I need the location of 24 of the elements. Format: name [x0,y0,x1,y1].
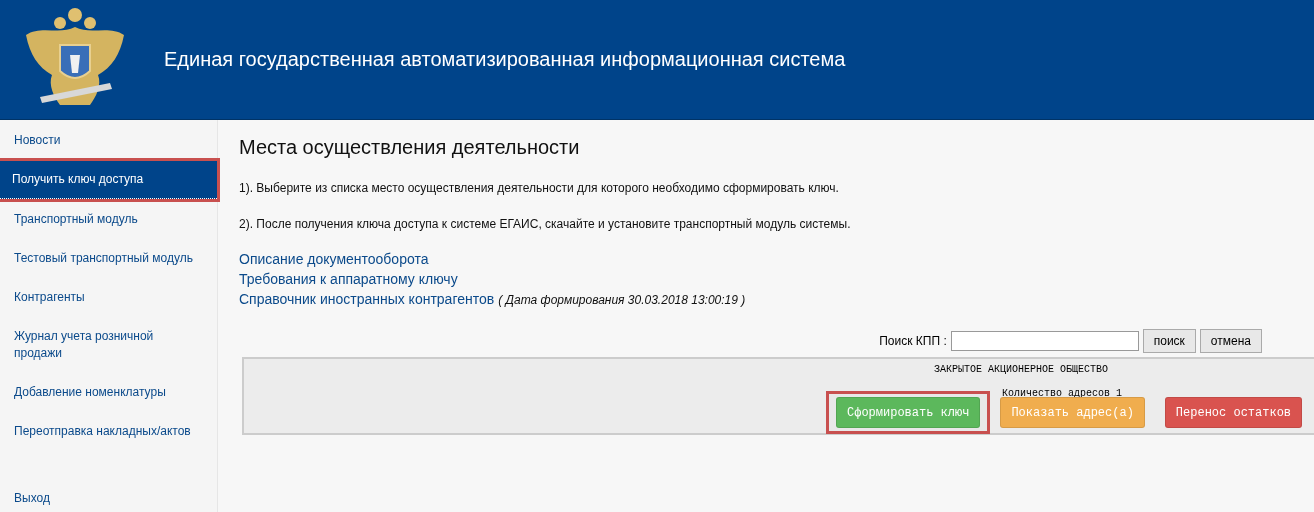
sidebar-item[interactable]: Контрагенты [0,285,217,310]
instruction-text: 2). После получения ключа доступа к системе ЕГАИС, скачайте и установите транспортный модуль системы. [239,217,852,231]
system-title: Единая государственная автоматизированная информационная система [164,48,846,71]
doc-link[interactable]: Описание документооборота [239,251,429,267]
sidebar-item[interactable]: Переотправка накладных/актов [0,419,217,444]
instruction-text: 1). Выберите из списка место осуществления деятельности для которого необходимо сформировать ключ. [239,181,840,195]
sidebar-item[interactable]: Транспортный модуль [0,207,217,232]
sidebar-item[interactable]: Журнал учета розничной продажи [0,324,217,366]
sidebar-item[interactable]: Получить ключ доступа [0,161,217,199]
search-button[interactable]: поиск [1142,329,1196,353]
date-note: ( Дата формирования 30.03.2018 13:00:19 ) [498,293,746,307]
doc-link[interactable]: Справочник иностранных контрагентов [239,291,495,307]
page-title: Места осуществления деятельности [239,136,581,159]
search-button[interactable]: отмена [1199,329,1262,353]
exit-link[interactable]: Выход [0,486,217,511]
sidebar-item[interactable]: Добавление номенклатуры [0,380,217,405]
organization-name: ЗАКРЫТОЕ АКЦИОНЕРНОЕ ОБЩЕСТВО [934,364,1109,375]
search-field[interactable] [950,331,1139,351]
doc-link[interactable]: Требования к аппаратному ключу [239,271,458,287]
action-button[interactable]: Перенос остатков [1164,397,1303,428]
address-count: Количество адресов 1 [1002,388,1123,399]
sidebar-item[interactable]: Новости [0,128,217,153]
search-label: Поиск КПП : [879,334,947,348]
sidebar-item[interactable]: Тестовый транспортный модуль [0,246,217,271]
